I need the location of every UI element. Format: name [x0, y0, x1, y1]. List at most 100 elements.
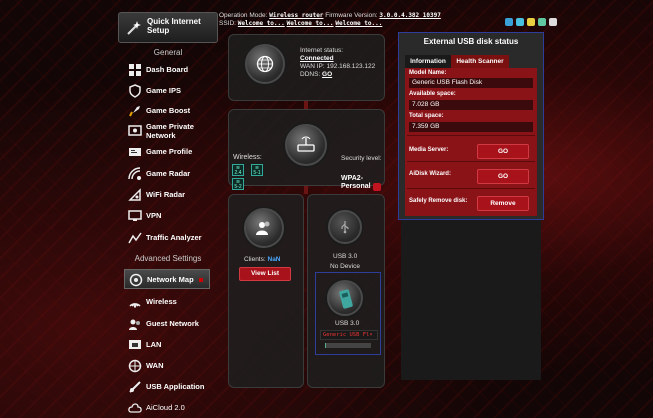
ddns-label: DDNS:	[300, 71, 321, 78]
badge-label: 5-1	[253, 170, 261, 176]
badge-label: 2.4	[234, 170, 242, 176]
divider	[407, 135, 535, 136]
ssid-link-1[interactable]: Welcome to...	[238, 20, 285, 27]
gear-icon[interactable]	[549, 18, 557, 26]
available-space-value: 7.028 GB	[409, 100, 533, 110]
clients-label: Clients:	[244, 256, 266, 263]
sidebar-item-wan[interactable]: WAN	[124, 356, 224, 376]
sidebar-item-traffic-analyzer[interactable]: Traffic Analyzer	[124, 228, 224, 248]
sidebar-item-game-ips[interactable]: Game IPS	[124, 81, 224, 101]
model-name-value: Generic USB Flash Disk	[409, 78, 533, 88]
clients-value: NaN	[267, 256, 281, 263]
network-icon	[128, 125, 142, 136]
cloud-icon	[128, 403, 142, 413]
sidebar-item-usb-application[interactable]: USB Application	[124, 377, 224, 397]
usb-status-icon[interactable]	[516, 18, 524, 26]
total-space-label: Total space:	[409, 113, 444, 119]
wifi-radar-icon	[128, 188, 141, 201]
network-status-icon[interactable]	[505, 18, 513, 26]
internet-button[interactable]	[245, 44, 285, 84]
users-icon[interactable]	[527, 18, 535, 26]
available-space-label: Available space:	[409, 91, 456, 97]
clients-count: Clients: NaN	[244, 256, 281, 264]
usb-app-icon	[129, 381, 141, 393]
sidebar-item-game-private-network[interactable]: Game Private Network	[124, 121, 224, 141]
sidebar-item-label: Game Radar	[146, 169, 191, 178]
operation-mode-link[interactable]: Wireless router	[269, 12, 323, 19]
ssid-link-3[interactable]: Welcome to...	[335, 20, 382, 27]
wireless-band-badge-5g2[interactable]: ≋ 5-2	[232, 178, 244, 190]
sidebar-item-label: Game Private Network	[146, 122, 194, 140]
lan-icon	[129, 340, 141, 349]
sidebar-item-label: Network Map	[147, 275, 194, 284]
ddns-link[interactable]: GO	[322, 71, 332, 78]
ssid-link-2[interactable]: Welcome to...	[287, 20, 334, 27]
sidebar-item-label: USB Application	[146, 382, 205, 391]
sidebar-item-wifi-radar[interactable]: WiFi Radar	[124, 185, 224, 205]
usb-status-panel: External USB disk status Information Hea…	[398, 32, 544, 220]
router-icon	[297, 136, 315, 152]
safely-remove-label: Safely Remove disk:	[409, 198, 468, 204]
sidebar-item-label: LAN	[146, 340, 162, 349]
traffic-icon	[128, 232, 142, 244]
sidebar-item-game-boost[interactable]: Game Boost	[124, 101, 224, 121]
profile-icon	[129, 148, 141, 156]
internet-status-value[interactable]: Connected	[300, 55, 375, 63]
sidebar-item-vpn[interactable]: VPN	[124, 206, 224, 226]
quick-internet-setup-label: Quick Internet Setup	[147, 17, 201, 35]
media-server-label: Media Server:	[409, 147, 449, 153]
connector-line	[304, 186, 308, 194]
connector-line	[304, 101, 308, 109]
ssid-label: SSID:	[219, 20, 236, 27]
operation-mode-label: Operation Mode:	[219, 12, 268, 19]
wireless-band-badge-2g[interactable]: ≋ 2.4	[232, 164, 244, 176]
total-space-value: 7.359 GB	[409, 122, 533, 132]
usb-disk-icon	[339, 289, 353, 309]
usb-status-title: External USB disk status	[423, 37, 519, 46]
sidebar-item-dashboard[interactable]: Dash Board	[124, 60, 224, 80]
tab-information[interactable]: Information	[405, 55, 451, 68]
sidebar-item-aicloud[interactable]: AiCloud 2.0	[124, 398, 224, 418]
sidebar-item-lan[interactable]: LAN	[124, 335, 224, 355]
usb-port-2-button[interactable]	[327, 280, 363, 316]
view-list-button[interactable]: View List	[239, 267, 291, 281]
wireless-band-badge-5g1[interactable]: ≋ 5-1	[251, 164, 263, 176]
sidebar-item-label: WiFi Radar	[146, 190, 186, 199]
sidebar-item-label: VPN	[146, 211, 162, 220]
usb-port-1-button[interactable]	[328, 210, 362, 244]
model-name-label: Model Name:	[409, 70, 447, 76]
firmware-link[interactable]: 3.0.0.4.382_10397	[379, 12, 440, 19]
header-info: Operation Mode: Wireless router Firmware…	[219, 12, 441, 28]
radar-icon	[128, 167, 141, 180]
status-panel-lower	[401, 220, 541, 380]
sidebar-item-guest-network[interactable]: Guest Network	[124, 314, 224, 334]
sidebar-item-label: Traffic Analyzer	[146, 233, 202, 242]
sidebar-item-game-profile[interactable]: Game Profile	[124, 142, 224, 162]
sidebar-item-label: Dash Board	[146, 65, 189, 74]
wifi-status-icon[interactable]	[538, 18, 546, 26]
quick-internet-setup-button[interactable]: Quick Internet Setup	[118, 12, 218, 43]
globe-icon	[128, 359, 142, 373]
media-server-go-button[interactable]: GO	[477, 144, 529, 159]
globe-icon	[256, 55, 274, 73]
internet-status-label: Internet status:	[300, 47, 343, 54]
sidebar-item-wireless[interactable]: Wireless	[124, 292, 224, 312]
usb-usage-fill	[325, 343, 326, 348]
sidebar-item-network-map[interactable]: Network Map	[124, 269, 210, 289]
usb-device-select[interactable]: Generic USB Fl▾	[320, 330, 378, 340]
rocket-icon	[129, 106, 140, 117]
usb-port-1-status: No Device	[330, 263, 360, 270]
usb-icon	[341, 221, 349, 234]
dashboard-icon	[129, 64, 141, 76]
clients-button[interactable]	[244, 208, 284, 248]
router-button[interactable]	[285, 124, 327, 166]
sidebar-item-game-radar[interactable]: Game Radar	[124, 164, 224, 184]
remove-disk-button[interactable]: Remove	[477, 196, 529, 211]
security-level-label: Security level:	[341, 155, 382, 162]
aidisk-wizard-go-button[interactable]: GO	[477, 169, 529, 184]
status-icons	[505, 13, 575, 26]
advanced-settings-heading: Advanced Settings	[134, 254, 202, 263]
usb-usage-bar	[325, 343, 371, 348]
active-indicator	[199, 278, 203, 282]
tab-health-scanner[interactable]: Health Scanner	[451, 55, 509, 68]
